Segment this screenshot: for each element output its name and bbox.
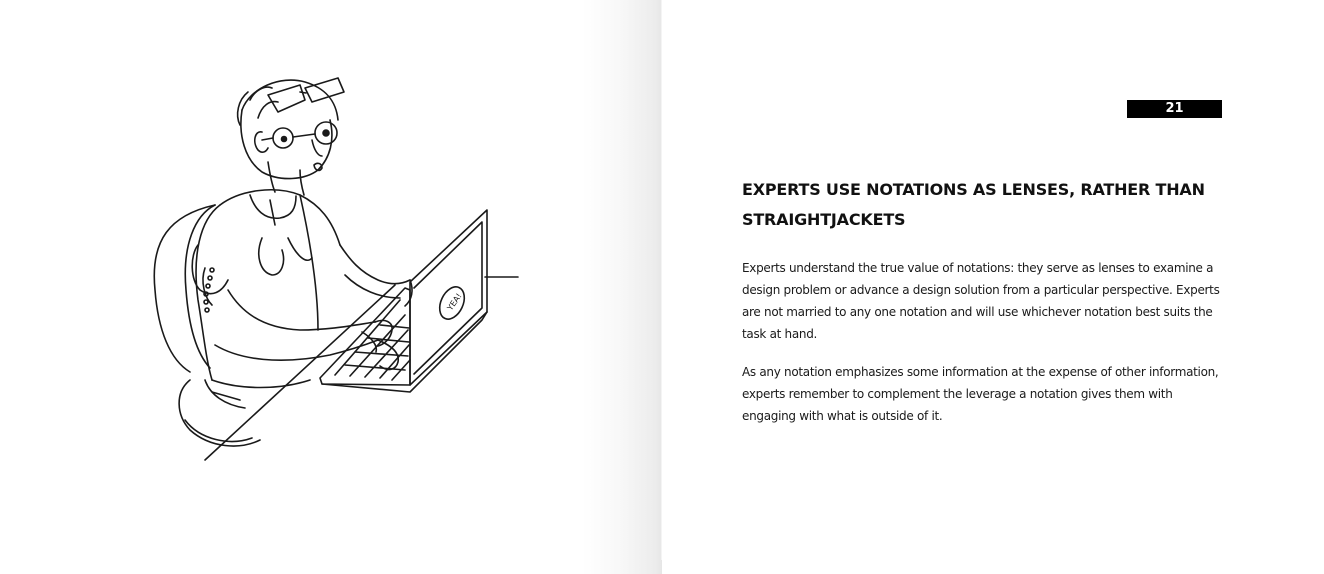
- left-page: YEA!: [0, 0, 662, 574]
- person-at-laptop-illustration: YEA!: [153, 77, 519, 461]
- page-number: 21: [1127, 100, 1222, 118]
- book-spread: YEA! 21 EXPERTS USE NOTATIONS AS LENSES,…: [0, 0, 1324, 574]
- section-heading: EXPERTS USE NOTATIONS AS LENSES, RATHER …: [742, 180, 1205, 229]
- right-page: 21 EXPERTS USE NOTATIONS AS LENSES, RATH…: [662, 0, 1324, 574]
- body-paragraph-2: As any notation emphasizes some informat…: [742, 365, 1219, 423]
- body-paragraph-1: Experts understand the true value of not…: [742, 261, 1220, 341]
